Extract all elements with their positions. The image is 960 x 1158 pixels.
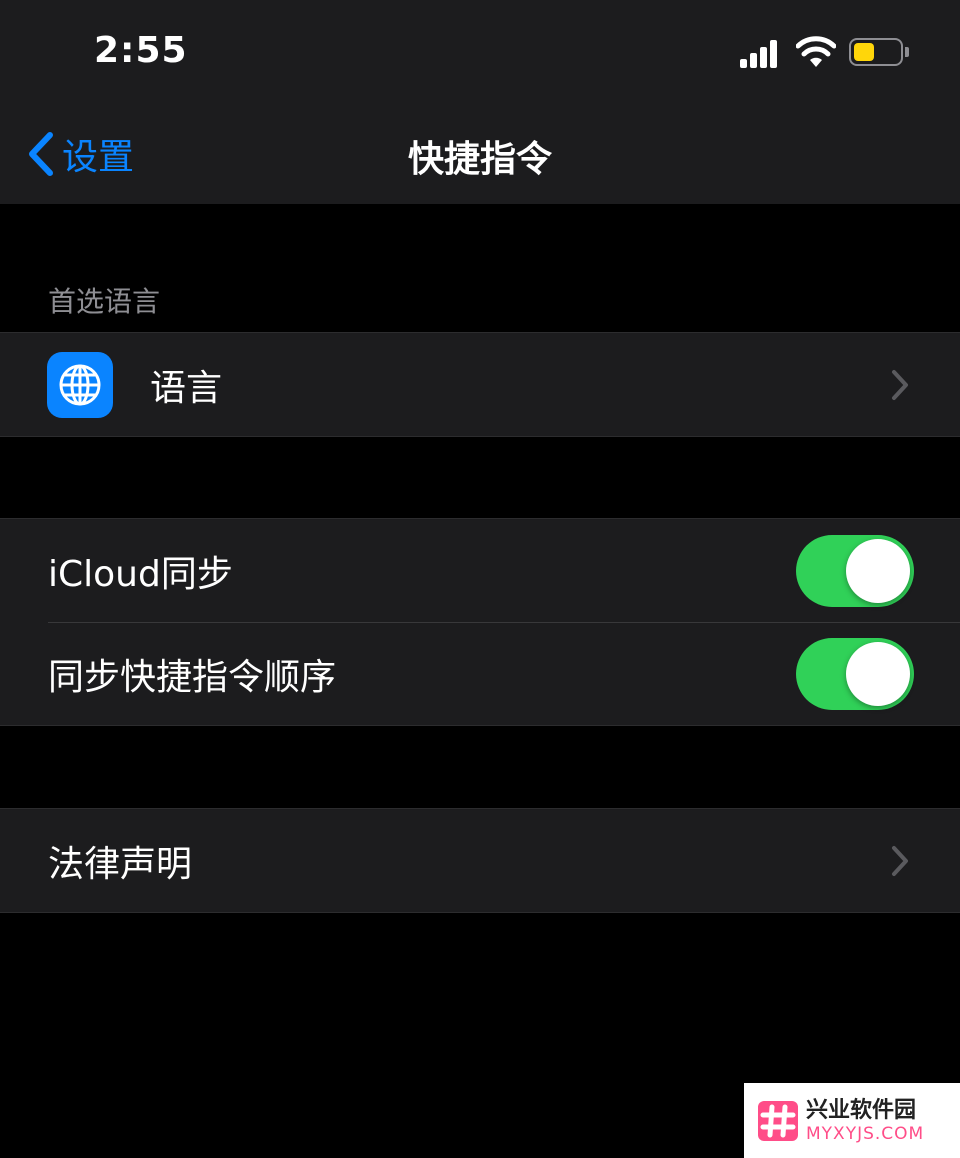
language-label: 语言 xyxy=(150,367,223,409)
language-group: 语言 xyxy=(0,332,960,437)
globe-icon xyxy=(47,352,113,418)
battery-icon xyxy=(849,38,903,66)
toggle-knob xyxy=(846,539,910,603)
sync-order-label: 同步快捷指令顺序 xyxy=(48,656,337,698)
battery-nub xyxy=(905,47,909,57)
section-header-preferred-language: 首选语言 xyxy=(48,285,161,318)
icloud-sync-label: iCloud同步 xyxy=(48,553,233,595)
toggle-knob xyxy=(846,642,910,706)
watermark-logo-icon xyxy=(758,1100,798,1141)
legal-label: 法律声明 xyxy=(48,843,193,885)
legal-row[interactable]: 法律声明 xyxy=(0,809,960,912)
page-title: 快捷指令 xyxy=(407,139,552,180)
legal-group: 法律声明 xyxy=(0,808,960,913)
sync-order-row: 同步快捷指令顺序 xyxy=(0,622,960,725)
battery-level xyxy=(854,43,874,61)
icloud-sync-toggle[interactable] xyxy=(796,535,914,607)
watermark-name: 兴业软件园 xyxy=(806,1097,917,1123)
settings-screen: 2:55 设置 快捷指令 首选语言 语言 iCloud同步 同步快捷指令顺序 法… xyxy=(0,0,960,1158)
icloud-sync-row: iCloud同步 xyxy=(0,519,960,622)
sync-group: iCloud同步 同步快捷指令顺序 xyxy=(0,518,960,726)
watermark: 兴业软件园 MYXYJS.COM xyxy=(744,1083,960,1158)
watermark-site: MYXYJS.COM xyxy=(806,1123,925,1144)
sync-order-toggle[interactable] xyxy=(796,638,914,710)
language-row[interactable]: 语言 xyxy=(0,333,960,436)
top-bar: 2:55 设置 快捷指令 xyxy=(0,0,960,204)
chevron-right-icon xyxy=(892,370,908,400)
wifi-icon xyxy=(796,36,836,67)
chevron-right-icon xyxy=(892,846,908,876)
cellular-signal-icon xyxy=(740,40,780,68)
status-time: 2:55 xyxy=(94,30,188,71)
